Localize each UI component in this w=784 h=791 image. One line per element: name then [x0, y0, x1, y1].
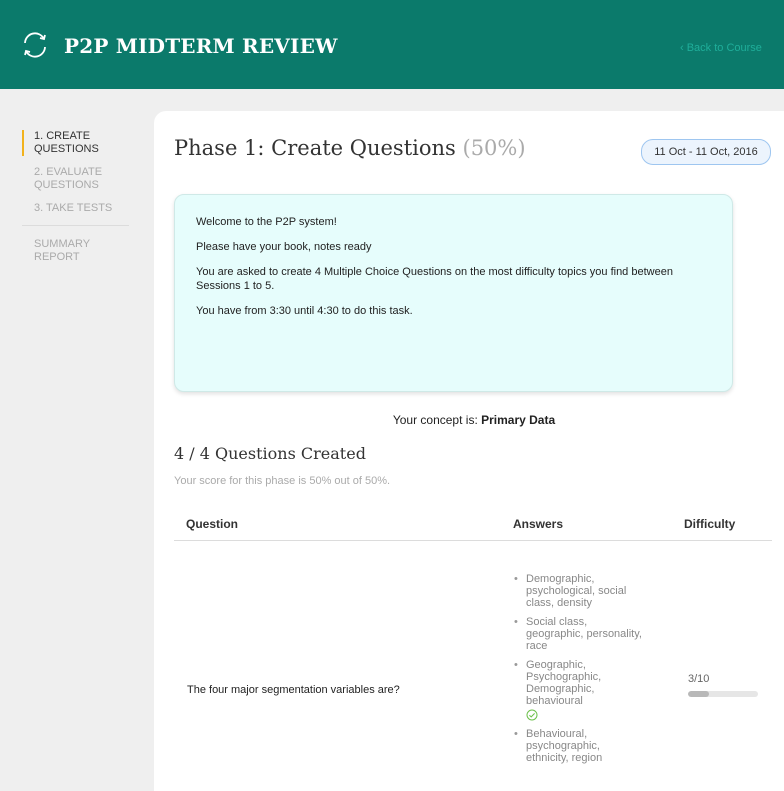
phase-percent: (50%): [462, 136, 526, 160]
concept-prefix: Your concept is:: [392, 413, 482, 427]
table-header-divider: [174, 540, 772, 541]
difficulty-bar: [688, 691, 758, 697]
sidebar-item-create-questions[interactable]: 1. CREATE QUESTIONS: [22, 130, 130, 156]
instruction-line: Welcome to the P2P system!: [196, 216, 337, 228]
answer-list: Demographic, psychological, social class…: [513, 573, 643, 771]
answer-option: Social class, geographic, personality, r…: [513, 616, 643, 652]
instruction-line: You have from 3:30 until 4:30 to do this…: [196, 305, 413, 317]
concept-value: Primary Data: [481, 413, 556, 427]
date-range-badge: 11 Oct - 11 Oct, 2016: [641, 139, 771, 165]
main-card: Phase 1: Create Questions (50%) 11 Oct -…: [154, 111, 784, 791]
answer-option: Demographic, psychological, social class…: [513, 573, 643, 609]
header-bar: P2P MIDTERM REVIEW ‹ Back to Course: [0, 0, 784, 89]
column-header-answers: Answers: [513, 517, 564, 531]
instructions-box: Welcome to the P2P system! Please have y…: [174, 194, 733, 392]
sidebar-item-take-tests[interactable]: 3. TAKE TESTS: [22, 202, 130, 215]
questions-created-title: 4 / 4 Questions Created: [174, 444, 366, 463]
answer-option-text: Geographic, Psychographic, Demographic, …: [526, 659, 602, 707]
instruction-line: Please have your book, notes ready: [196, 241, 372, 253]
page-title: Phase 1: Create Questions (50%): [174, 136, 526, 160]
answer-option: Behavioural, psychographic, ethnicity, r…: [513, 728, 643, 764]
sidebar-item-summary-report[interactable]: SUMMARY REPORT: [22, 238, 130, 264]
concept-text: Your concept is: Primary Data: [154, 413, 784, 427]
app-title: P2P MIDTERM REVIEW: [64, 34, 338, 58]
back-to-course-link[interactable]: ‹ Back to Course: [680, 42, 762, 54]
instruction-line: You are asked to create 4 Multiple Choic…: [196, 266, 673, 292]
difficulty-bar-fill: [688, 691, 709, 697]
column-header-difficulty: Difficulty: [684, 517, 736, 531]
correct-check-icon: [526, 709, 538, 721]
question-text: The four major segmentation variables ar…: [187, 684, 400, 696]
phase-score-text: Your score for this phase is 50% out of …: [174, 475, 391, 487]
sidebar: 1. CREATE QUESTIONS 2. EVALUATE QUESTION…: [0, 120, 150, 264]
difficulty-value: 3/10: [688, 673, 710, 685]
sidebar-divider: [22, 225, 129, 226]
column-header-question: Question: [186, 517, 239, 531]
refresh-cycle-icon: [24, 32, 46, 58]
phase-title-text: Phase 1: Create Questions: [174, 136, 456, 160]
answer-option-correct: Geographic, Psychographic, Demographic, …: [513, 659, 643, 721]
sidebar-item-evaluate-questions[interactable]: 2. EVALUATE QUESTIONS: [22, 166, 130, 192]
